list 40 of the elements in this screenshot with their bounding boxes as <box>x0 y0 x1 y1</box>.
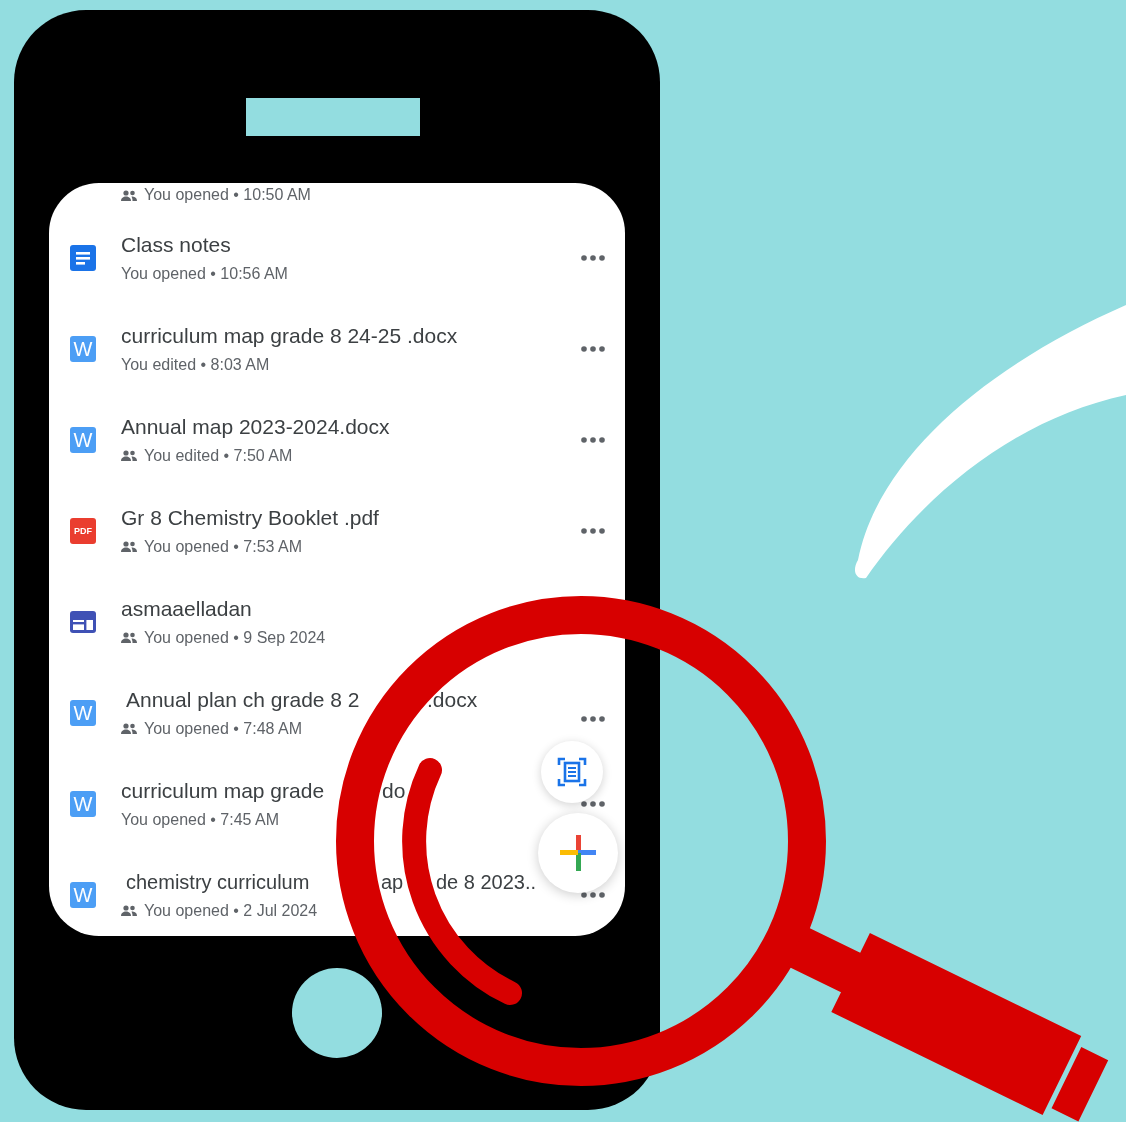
word-file-icon: W <box>70 699 96 726</box>
file-activity: You opened • 10:50 AM <box>144 185 311 205</box>
file-title[interactable]: Gr 8 Chemistry Booklet .pdf <box>121 504 379 531</box>
new-button[interactable] <box>538 813 618 893</box>
file-title[interactable]: curriculum map grade 8 24-25 .docx <box>121 322 458 349</box>
site-layout-icon <box>70 610 96 633</box>
file-activity: You opened • 10:56 AM <box>121 263 288 284</box>
file-activity: You opened • 9 Sep 2024 <box>144 627 326 648</box>
word-file-icon: W <box>70 335 96 362</box>
file-activity: You opened • 7:48 AM <box>144 718 303 739</box>
file-title[interactable]: curriculum map grade <box>121 777 325 804</box>
scan-button[interactable] <box>541 741 603 803</box>
document-icon <box>70 244 96 271</box>
pdf-file-icon: PDF <box>70 517 96 544</box>
file-activity: You opened • 7:45 AM <box>121 809 280 830</box>
more-options-icon[interactable] <box>581 436 605 443</box>
file-title[interactable]: de 8 2023.. <box>436 868 537 895</box>
plus-icon <box>560 835 596 871</box>
more-options-icon[interactable] <box>581 891 605 898</box>
more-options-icon[interactable] <box>581 345 605 352</box>
file-activity: You opened • 7:53 AM <box>144 536 303 557</box>
file-title[interactable]: asmaaelladan <box>121 595 252 622</box>
more-options-icon[interactable] <box>581 254 605 261</box>
file-activity: You opened • 2 Jul 2024 <box>144 900 318 921</box>
word-file-icon: W <box>70 790 96 817</box>
scan-icon <box>557 757 587 787</box>
file-activity: You edited • 7:50 AM <box>144 445 293 466</box>
file-title[interactable]: chemistry curriculum <box>126 868 310 895</box>
file-title[interactable]: Annual map 2023-2024.docx <box>121 413 390 440</box>
word-file-icon: W <box>70 881 96 908</box>
word-file-icon: W <box>70 426 96 453</box>
file-title[interactable]: do <box>382 777 406 804</box>
file-activity: You edited • 8:03 AM <box>121 354 270 375</box>
file-title[interactable]: Class notes <box>121 231 231 258</box>
more-options-icon[interactable] <box>581 527 605 534</box>
file-title[interactable]: ap <box>381 868 404 895</box>
file-title[interactable]: .docx <box>427 686 478 713</box>
more-options-icon[interactable] <box>581 800 605 807</box>
file-title[interactable]: Annual plan ch grade 8 2 <box>126 686 360 713</box>
more-options-icon[interactable] <box>581 715 605 722</box>
